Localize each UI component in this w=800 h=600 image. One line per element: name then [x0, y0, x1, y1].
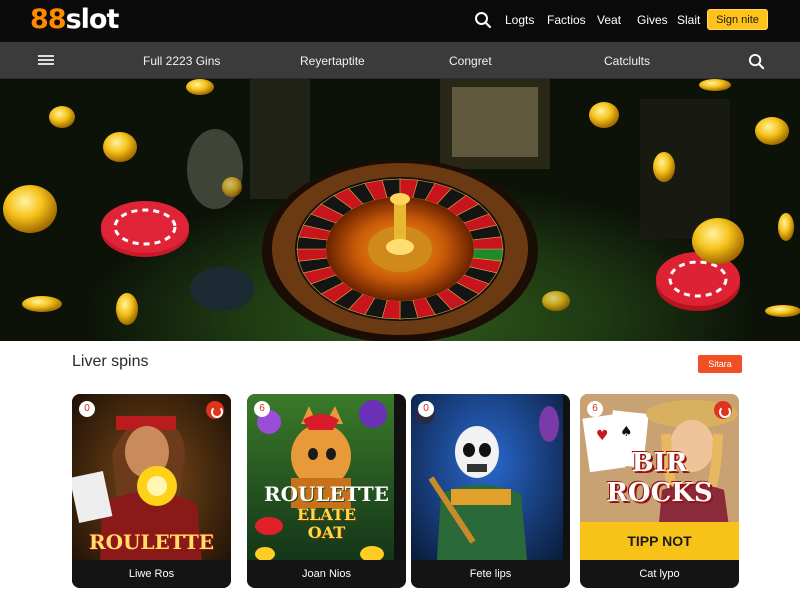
nav-item-catclults[interactable]: Catclults	[604, 54, 650, 68]
card-label: Cat lypo	[580, 560, 739, 588]
hero-banner	[0, 79, 800, 341]
card-tip-banner: TIPP NOT	[580, 522, 739, 560]
card-badge: 6	[254, 401, 270, 417]
nav-item-full-gins[interactable]: Full 2223 Gins	[143, 54, 220, 68]
game-card-2[interactable]: ROULETTE ELATE OAT 6 Joan Nios	[247, 394, 406, 588]
card-label: Joan Nios	[247, 560, 406, 588]
top-link-logts[interactable]: Logts	[505, 13, 534, 27]
svg-text:♥: ♥	[596, 428, 609, 444]
roulette-hero-image	[3, 79, 800, 341]
live-icon	[206, 401, 224, 419]
card-art-subtitle: ELATE OAT	[296, 505, 357, 542]
card-label: Fete lips	[411, 560, 570, 588]
section-title: Liver spins	[72, 353, 149, 370]
live-icon	[714, 401, 732, 419]
top-link-slait[interactable]: Slait	[677, 13, 700, 27]
card-badge: 6	[587, 401, 603, 417]
logo[interactable]: 88slot	[30, 4, 119, 35]
section-more-button[interactable]: Sitara	[698, 355, 742, 373]
card-art-title: ROULETTE	[88, 530, 215, 554]
top-link-gives[interactable]: Gives	[637, 13, 668, 27]
card-badge: 0	[418, 401, 434, 417]
card-3-art	[411, 394, 563, 588]
card-1-art	[72, 394, 231, 588]
card-badge: 0	[79, 401, 95, 417]
card-art-title: ROULETTE	[263, 482, 390, 506]
top-bar: 88slot Logts Factios Veat Gives Slait Si…	[0, 0, 800, 42]
game-card-3[interactable]: 0 Fete lips	[411, 394, 570, 588]
nav-bar: Full 2223 Gins Reyertaptite Congret Catc…	[0, 42, 800, 79]
game-card-4[interactable]: ♥ ♠ 6 BIR ROCKS TIPP NOT Cat lypo	[580, 394, 739, 588]
card-label: Liwe Ros	[72, 560, 231, 588]
svg-text:♠: ♠	[620, 424, 633, 440]
card-art-title: BIR ROCKS	[606, 448, 713, 508]
top-link-veat[interactable]: Veat	[597, 13, 621, 27]
nav-item-congret[interactable]: Congret	[449, 54, 492, 68]
game-card-1[interactable]: 0 ROULETTE Liwe Ros	[72, 394, 231, 588]
nav-item-reyertaptite[interactable]: Reyertaptite	[300, 54, 365, 68]
search-icon[interactable]	[748, 53, 765, 70]
top-link-factios[interactable]: Factios	[547, 13, 586, 27]
sign-up-button[interactable]: Sign nite	[707, 9, 768, 30]
search-icon[interactable]	[474, 11, 492, 29]
menu-icon[interactable]	[38, 55, 54, 66]
